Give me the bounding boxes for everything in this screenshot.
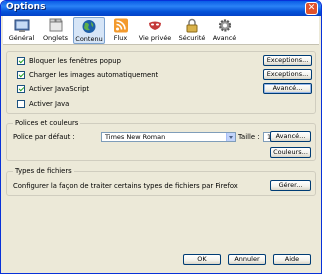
tab-flux-label: Flux [113, 34, 128, 42]
padlock-icon [186, 18, 198, 33]
load-images-option[interactable]: Charger les images automatiquement [17, 70, 158, 80]
title-bar: Options ✕ [1, 1, 321, 16]
manage-file-types-button[interactable]: Gérer... [270, 180, 311, 191]
load-images-label: Charger les images automatiquement [29, 71, 159, 79]
popup-block-option[interactable]: Bloquer les fenêtres popup [17, 56, 121, 66]
javascript-option[interactable]: Activer JavaScript [17, 84, 89, 94]
javascript-advanced-button[interactable]: Avancé... [263, 83, 312, 94]
help-button[interactable]: Aide [273, 254, 311, 265]
tab-securite-label: Sécurité [178, 34, 206, 42]
tab-vie-privee[interactable]: Vie privée [136, 17, 174, 44]
content-options-group: Bloquer les fenêtres popup Exceptions...… [6, 51, 316, 114]
tab-onglets[interactable]: Onglets [40, 17, 71, 44]
popup-block-label: Bloquer les fenêtres popup [29, 57, 121, 65]
default-font-select[interactable]: Times New Roman [101, 132, 236, 142]
images-exceptions-button[interactable]: Exceptions... [263, 69, 312, 80]
tab-avance-label: Avancé [212, 34, 237, 42]
fonts-colors-group: Polices et couleurs Police par défaut : … [6, 119, 316, 161]
file-types-group: Types de fichiers Configurer la façon de… [6, 167, 316, 196]
chevron-down-icon[interactable] [226, 133, 235, 141]
popup-block-checkbox[interactable] [17, 57, 25, 65]
tabs-icon [49, 18, 62, 32]
rss-feed-icon [113, 18, 128, 33]
tab-onglets-label: Onglets [42, 34, 69, 42]
java-label: Activer Java [29, 100, 70, 108]
privacy-mask-icon [149, 21, 161, 30]
fonts-advanced-button[interactable]: Avancé... [270, 131, 311, 142]
java-option[interactable]: Activer Java [17, 99, 69, 109]
tab-flux[interactable]: Flux [107, 17, 134, 44]
window-title: Options [6, 2, 46, 12]
close-button[interactable]: ✕ [305, 2, 318, 15]
cancel-button[interactable]: Annuler [228, 254, 266, 265]
general-icon [14, 19, 29, 32]
java-checkbox[interactable] [17, 100, 25, 108]
tab-vie-privee-label: Vie privée [138, 34, 172, 42]
close-icon: ✕ [307, 3, 316, 13]
tab-general-label: Général [8, 34, 35, 42]
tab-general[interactable]: Général [5, 17, 38, 44]
options-window: Options ✕ Général Onglets Contenu Flux V… [0, 0, 322, 274]
options-toolbar: Général Onglets Contenu Flux Vie privée … [3, 16, 319, 45]
file-types-description: Configurer la façon de traiter certains … [13, 182, 238, 190]
default-font-label: Police par défaut : [13, 133, 75, 141]
tab-avance[interactable]: Avancé [210, 17, 239, 44]
tab-securite[interactable]: Sécurité [176, 17, 208, 44]
ok-button[interactable]: OK [183, 254, 221, 265]
default-font-value: Times New Roman [105, 133, 166, 141]
popup-exceptions-button[interactable]: Exceptions... [263, 55, 312, 66]
globe-icon [82, 20, 96, 33]
fonts-colors-heading: Polices et couleurs [13, 119, 81, 127]
tab-contenu-label: Contenu [75, 35, 103, 43]
file-types-heading: Types de fichiers [13, 167, 74, 175]
javascript-checkbox[interactable] [17, 85, 25, 93]
gear-icon [218, 19, 231, 32]
tab-contenu[interactable]: Contenu [73, 17, 105, 44]
colors-button[interactable]: Couleurs... [270, 147, 311, 158]
font-size-label: Taille : [238, 133, 260, 141]
javascript-label: Activer JavaScript [29, 85, 90, 93]
load-images-checkbox[interactable] [17, 71, 25, 79]
